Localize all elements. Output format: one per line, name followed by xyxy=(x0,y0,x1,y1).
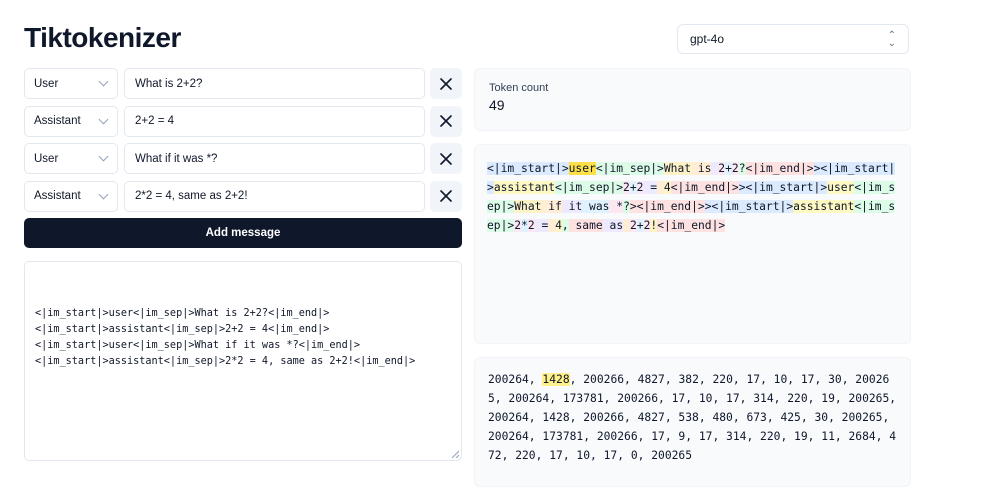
message-content-value: 2+2 = 4 xyxy=(135,115,175,127)
role-select[interactable]: User xyxy=(24,143,118,174)
add-message-button[interactable]: Add message xyxy=(24,218,462,248)
role-select-value: Assistant xyxy=(34,115,81,127)
role-select[interactable]: Assistant xyxy=(24,180,118,212)
token-segment[interactable]: ><|im_start|> xyxy=(738,181,828,194)
token-segment[interactable]: as xyxy=(602,219,624,232)
token-segment[interactable]: ? xyxy=(623,200,630,213)
role-select-value: User xyxy=(34,77,59,90)
token-segment[interactable] xyxy=(623,219,630,232)
token-segment[interactable]: assistant xyxy=(793,200,855,213)
token-segment[interactable]: <|im_end|> xyxy=(657,219,726,232)
close-icon xyxy=(440,115,452,127)
token-segment[interactable]: + xyxy=(629,181,637,194)
token-ids: 200264, 1428, 200266, 4827, 382, 220, 17… xyxy=(488,370,897,465)
message-content-value: 2*2 = 4, same as 2+2! xyxy=(135,190,248,202)
token-segment[interactable]: 2 xyxy=(527,219,535,232)
token-segment[interactable]: it xyxy=(561,200,583,213)
role-select-value: User xyxy=(34,152,59,165)
token-segment[interactable]: + xyxy=(725,162,732,175)
token-segment[interactable]: = xyxy=(643,181,658,194)
message-content-value: What if it was *? xyxy=(135,152,218,165)
token-segment[interactable]: 4 xyxy=(663,181,671,194)
role-select[interactable]: Assistant xyxy=(24,105,118,137)
token-segment[interactable] xyxy=(657,181,664,194)
token-segment[interactable]: ><|im_start|> xyxy=(704,200,794,213)
raw-text-input[interactable]: <|im_start|>user<|im_sep|>What is 2+2?<|… xyxy=(24,261,462,461)
token-segment[interactable]: , xyxy=(561,219,569,232)
token-segment[interactable]: ? xyxy=(738,162,746,175)
message-row: Assistant 2+2 = 4 xyxy=(24,105,462,137)
token-segment[interactable]: 4 xyxy=(555,219,562,232)
token-segment[interactable]: What xyxy=(663,162,692,175)
message-row: User What if it was *? xyxy=(24,143,462,174)
remove-message-button[interactable] xyxy=(430,68,462,99)
token-segment[interactable]: ><|im_end|> xyxy=(629,200,705,213)
token-segment[interactable]: if xyxy=(541,200,562,213)
chevron-up-down-icon: ⌃ ⌄ xyxy=(887,30,896,49)
token-id-list: 200264, xyxy=(488,373,543,386)
chevron-down-icon xyxy=(98,151,109,162)
tokens-panel: <|im_start|>user<|im_sep|>What is 2+2?<|… xyxy=(474,144,911,344)
token-segment[interactable]: 2 xyxy=(731,162,739,175)
chevron-down-icon xyxy=(98,76,109,87)
token-segment[interactable]: assistant xyxy=(493,181,556,194)
token-segment[interactable]: <|im_sep|> xyxy=(555,181,624,194)
raw-text: <|im_start|>user<|im_sep|>What is 2+2?<|… xyxy=(35,308,416,367)
token-segment[interactable]: <|im_end|> xyxy=(745,162,814,175)
remove-message-button[interactable] xyxy=(430,143,462,174)
role-select[interactable]: User xyxy=(24,68,118,99)
model-select[interactable]: gpt-4o ⌃ ⌄ xyxy=(677,24,909,54)
token-segment[interactable]: = xyxy=(534,219,549,232)
close-icon xyxy=(440,152,452,165)
model-select-value: gpt-4o xyxy=(690,32,725,46)
token-segment[interactable]: 2 xyxy=(623,181,630,194)
close-icon xyxy=(440,77,452,90)
message-row: Assistant 2*2 = 4, same as 2+2! xyxy=(24,180,462,212)
token-segment[interactable]: <|im_sep|> xyxy=(595,162,664,175)
token-segment[interactable]: <|im_end|> xyxy=(670,181,739,194)
token-visualization: <|im_start|>user<|im_sep|>What is 2+2?<|… xyxy=(487,159,898,235)
token-segment[interactable]: same xyxy=(568,219,603,232)
resize-handle-icon[interactable] xyxy=(451,450,459,458)
token-id-highlighted: 1428 xyxy=(542,373,570,386)
token-segment[interactable]: + xyxy=(636,219,644,232)
message-content-input[interactable]: 2+2 = 4 xyxy=(124,105,425,137)
role-select-value: Assistant xyxy=(34,190,81,202)
token-segment[interactable]: user xyxy=(568,162,596,175)
token-count-value: 49 xyxy=(489,97,505,113)
token-segment[interactable]: user xyxy=(827,181,855,194)
token-segment[interactable]: was xyxy=(582,200,610,213)
token-segment[interactable]: <|im_start|> xyxy=(487,162,569,175)
message-row: User What is 2+2? xyxy=(24,68,462,99)
token-id-list: , 200266, 4827, 382, 220, 17, 10, 17, 30… xyxy=(488,373,897,462)
token-count-label: Token count xyxy=(489,82,549,94)
remove-message-button[interactable] xyxy=(430,105,462,137)
token-segment[interactable]: 2 xyxy=(629,219,637,232)
token-segment[interactable]: What xyxy=(514,200,542,213)
message-content-value: What is 2+2? xyxy=(135,77,203,90)
app-title: Tiktokenizer xyxy=(24,22,181,53)
message-content-input[interactable]: What if it was *? xyxy=(124,143,425,174)
token-count-panel: Token count 49 xyxy=(474,68,911,131)
token-segment[interactable]: is xyxy=(691,162,712,175)
token-segment[interactable]: 2 xyxy=(514,219,522,232)
chevron-down-icon xyxy=(98,114,109,124)
token-segment[interactable]: * xyxy=(521,219,528,232)
message-content-input[interactable]: What is 2+2? xyxy=(124,68,425,99)
token-segment[interactable]: * xyxy=(609,200,624,213)
close-icon xyxy=(440,190,452,202)
message-content-input[interactable]: 2*2 = 4, same as 2+2! xyxy=(124,180,425,212)
token-ids-panel: 200264, 1428, 200266, 4827, 382, 220, 17… xyxy=(474,357,911,487)
remove-message-button[interactable] xyxy=(430,180,462,212)
chevron-down-icon xyxy=(98,189,109,199)
